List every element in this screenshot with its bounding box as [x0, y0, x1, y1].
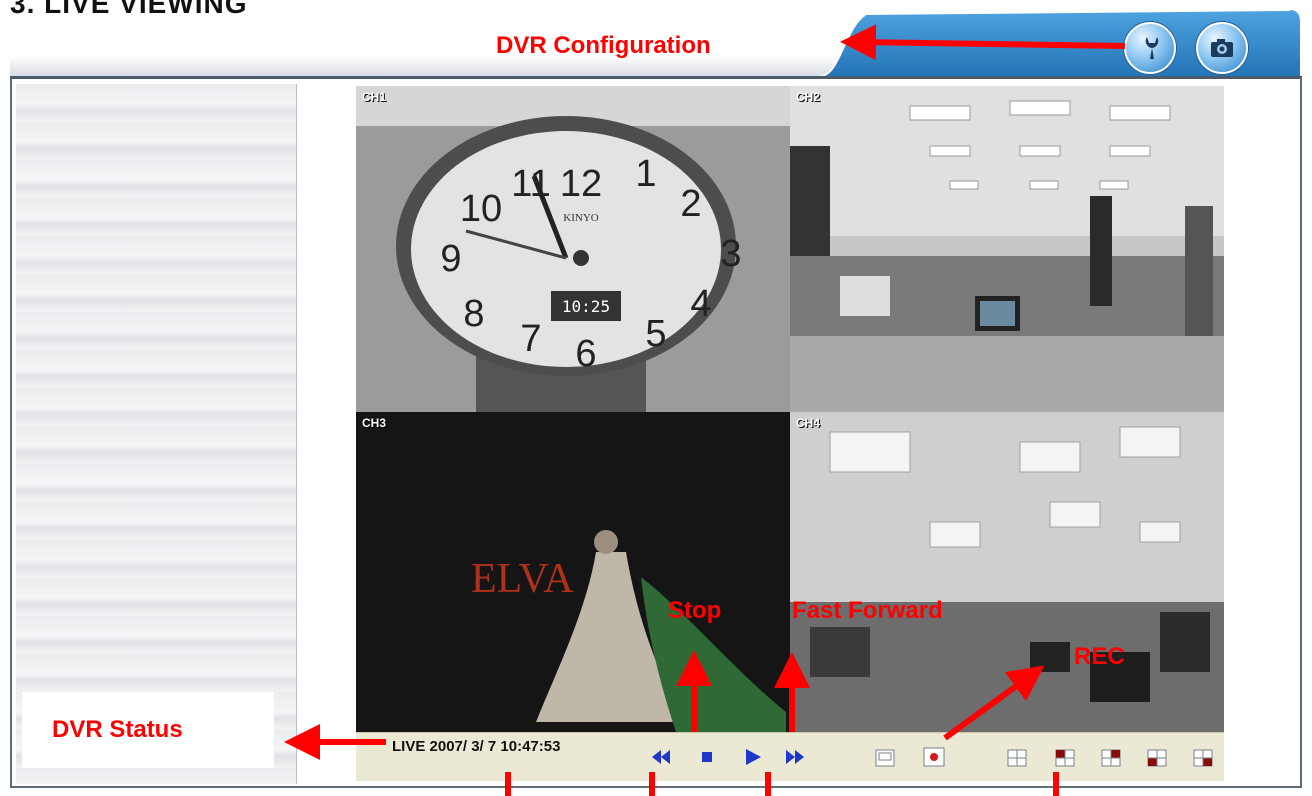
arrow-config [840, 24, 1126, 61]
annotation-arrows [284, 24, 1126, 796]
arrow-rec [943, 665, 1045, 741]
